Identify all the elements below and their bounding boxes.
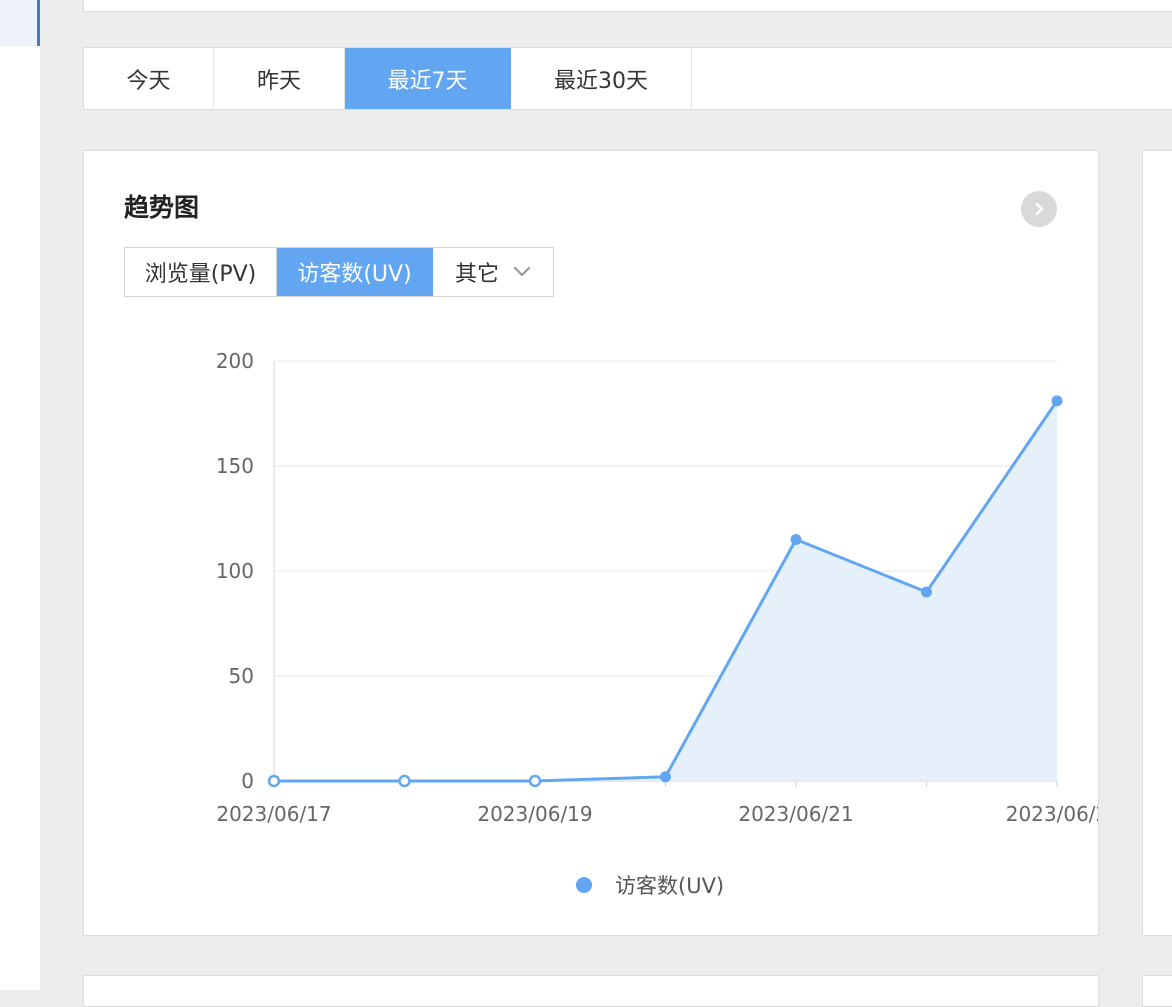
tab-yesterday[interactable]: 昨天 (214, 48, 345, 109)
bottom-card (83, 975, 1099, 1007)
x-tick-label: 2023/06/19 (477, 802, 592, 826)
series-area (274, 400, 1057, 781)
chart-legend[interactable]: 访客数(UV) (576, 874, 724, 898)
bottom-card-right (1142, 975, 1172, 1007)
trend-chart: 0 50 100 150 200 2023/06/17 2023/06/19 2023/06/… (216, 349, 1098, 898)
top-card (83, 0, 1172, 12)
legend-label: 访客数(UV) (615, 874, 724, 898)
date-range-tabs: 今天 昨天 最近7天 最近30天 (83, 47, 1172, 110)
tab-last-7-days[interactable]: 最近7天 (345, 48, 511, 109)
data-point (398, 774, 411, 788)
data-point (921, 586, 932, 598)
data-point (528, 774, 542, 788)
data-point (1051, 395, 1063, 407)
y-tick-label: 100 (216, 559, 254, 583)
data-point (660, 771, 671, 783)
trend-card: 趋势图 浏览量(PV) 访客数(UV) 其它 0 50 100 150 200 2023/… (83, 150, 1099, 936)
y-tick-label: 50 (229, 664, 254, 688)
legend-marker (576, 877, 592, 893)
right-card (1142, 150, 1172, 936)
y-tick-label: 0 (241, 769, 254, 793)
left-nav (0, 0, 40, 990)
data-point (790, 534, 802, 545)
data-point (267, 774, 281, 788)
x-tick-label: 2023/06/2 (1006, 802, 1098, 826)
y-tick-label: 200 (216, 349, 254, 373)
x-tick-label: 2023/06/17 (216, 802, 331, 826)
tab-today[interactable]: 今天 (84, 48, 214, 109)
tab-last-30-days[interactable]: 最近30天 (511, 48, 692, 109)
y-tick-label: 150 (216, 454, 254, 478)
chart-area-layer (274, 400, 1059, 783)
nav-active-item[interactable] (0, 0, 40, 46)
x-tick-label: 2023/06/21 (738, 802, 853, 826)
